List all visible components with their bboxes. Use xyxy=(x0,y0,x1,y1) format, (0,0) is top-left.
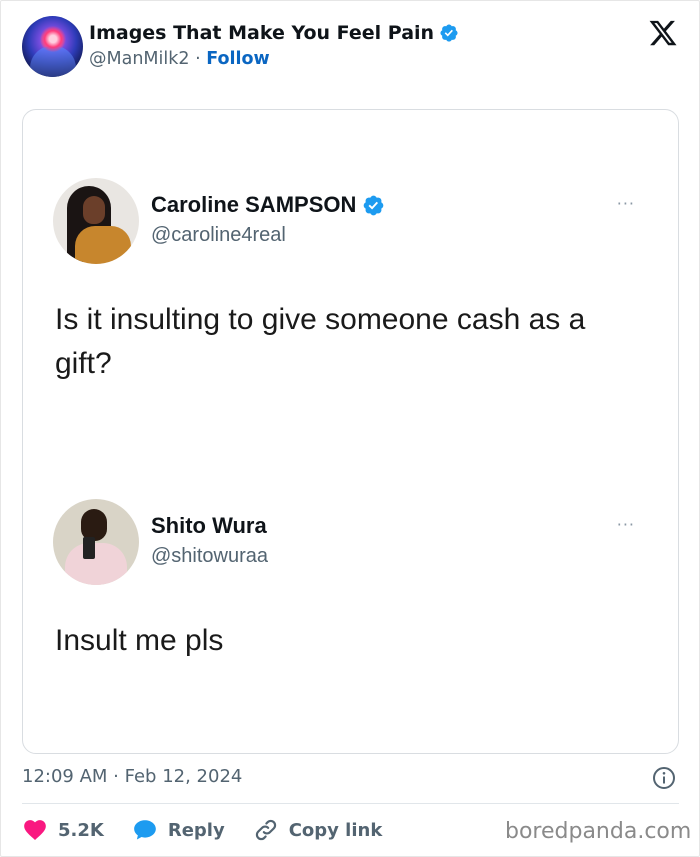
avatar[interactable] xyxy=(22,16,83,77)
like-count: 5.2K xyxy=(58,819,104,841)
tweet-avatar xyxy=(53,499,139,585)
heart-icon xyxy=(24,820,46,840)
post-timestamp[interactable]: 12:09 AM · Feb 12, 2024 xyxy=(22,766,242,787)
divider xyxy=(22,803,679,804)
post-header: Images That Make You Feel Pain @ManMilk2… xyxy=(22,16,682,78)
author-name-row[interactable]: Images That Make You Feel Pain xyxy=(89,22,459,44)
like-button[interactable]: 5.2K xyxy=(22,817,104,843)
info-icon[interactable] xyxy=(652,766,676,790)
follow-button[interactable]: Follow xyxy=(206,49,269,69)
separator: · xyxy=(195,49,201,69)
copy-link-label: Copy link xyxy=(288,819,383,841)
verified-badge-icon xyxy=(440,24,458,42)
tweet-author-name: Caroline SAMPSON xyxy=(151,192,357,217)
tweet-avatar xyxy=(53,178,139,264)
reply-bubble-icon xyxy=(134,820,156,840)
author-handle-row: @ManMilk2 · Follow xyxy=(89,49,270,69)
author-handle[interactable]: @ManMilk2 xyxy=(89,49,190,69)
tweet-author-handle: @shitowuraa xyxy=(151,545,269,567)
verified-badge-icon xyxy=(364,195,384,215)
tweet-text: Insult me pls xyxy=(55,624,224,657)
tweet-author-handle: @caroline4real xyxy=(151,224,286,246)
tweet-author-name-row: Shito Wura xyxy=(151,513,267,539)
reply-button[interactable]: Reply xyxy=(132,817,225,843)
reply-tweet: Shito Wura @shitowuraa ··· Insult me pls xyxy=(53,499,653,699)
embedded-image[interactable]: Caroline SAMPSON @caroline4real ··· Is i… xyxy=(22,109,679,754)
reply-label: Reply xyxy=(167,819,225,841)
quoted-tweet: Caroline SAMPSON @caroline4real ··· Is i… xyxy=(53,178,653,398)
watermark: boredpanda.com xyxy=(505,819,692,844)
more-options-icon: ··· xyxy=(616,515,635,534)
tweet-text: Is it insulting to give someone cash as … xyxy=(55,303,586,380)
link-icon xyxy=(255,819,276,841)
tweet-author-name-row: Caroline SAMPSON xyxy=(151,192,385,218)
x-logo-icon[interactable] xyxy=(648,18,678,48)
copy-link-button[interactable]: Copy link xyxy=(253,817,383,843)
tweet-author-name: Shito Wura xyxy=(151,513,267,538)
action-bar: 5.2K Reply Copy link xyxy=(22,814,410,846)
author-display-name[interactable]: Images That Make You Feel Pain xyxy=(89,22,434,44)
more-options-icon: ··· xyxy=(616,194,635,213)
